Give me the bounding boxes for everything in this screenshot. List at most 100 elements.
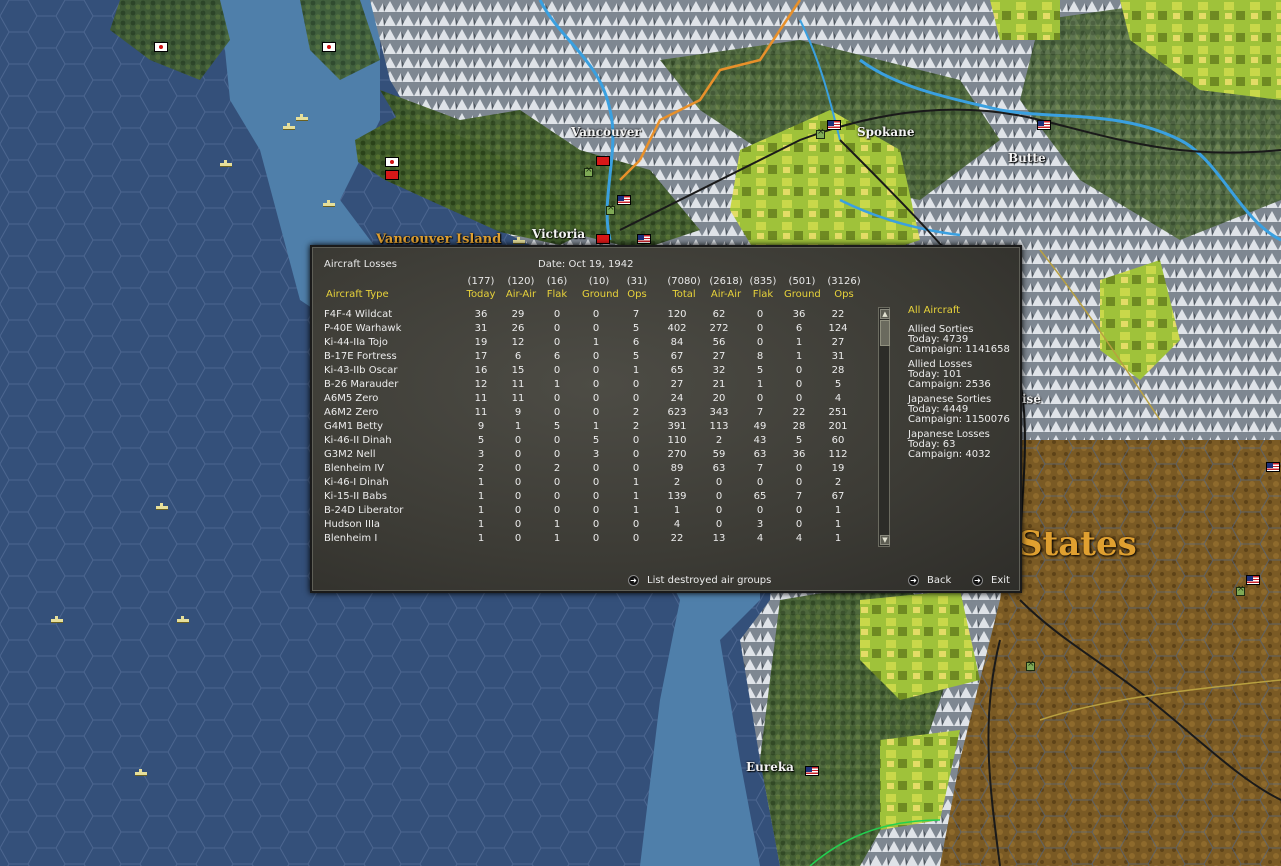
enemy-unit-icon[interactable] <box>596 234 610 244</box>
loss-value-cell: 0 <box>756 308 764 320</box>
loss-value-cell: 270 <box>667 448 687 460</box>
loss-value-cell: 0 <box>756 476 764 488</box>
ship-icon[interactable] <box>283 123 295 130</box>
us-unit-icon[interactable] <box>1037 120 1051 130</box>
loss-value-cell: 0 <box>632 392 640 404</box>
loss-value-cell: 9 <box>514 406 522 418</box>
airbase-icon[interactable] <box>1236 584 1245 596</box>
loss-value-cell: 1 <box>632 490 640 502</box>
loss-value-cell: 29 <box>511 308 525 320</box>
table-row[interactable]: Ki-44-IIa Tojo 19 12 0 1 6 84 56 0 1 27 <box>324 335 858 349</box>
loss-value-cell: 15 <box>511 364 525 376</box>
ship-icon[interactable] <box>135 769 147 776</box>
scroll-thumb[interactable] <box>880 320 890 346</box>
loss-value-cell: 0 <box>592 476 600 488</box>
col-header-ops[interactable]: Ops <box>622 289 652 300</box>
loss-value-cell: 0 <box>553 406 561 418</box>
loss-value-cell: 120 <box>667 308 687 320</box>
scroll-up-icon[interactable]: ▲ <box>880 309 890 319</box>
japanese-unit-icon[interactable] <box>385 157 399 167</box>
aircraft-filter[interactable]: All Aircraft <box>908 305 960 316</box>
col-header-campaign-air-air[interactable]: Air-Air <box>706 289 746 300</box>
col-header-campaign-ops[interactable]: Ops <box>824 289 864 300</box>
airbase-icon[interactable] <box>816 127 825 139</box>
table-row[interactable]: A6M5 Zero 11 11 0 0 0 24 20 0 0 4 <box>324 391 858 405</box>
us-unit-icon[interactable] <box>1246 575 1260 585</box>
ship-icon[interactable] <box>220 160 232 167</box>
table-row[interactable]: Ki-46-II Dinah 5 0 0 5 0 110 2 43 5 60 <box>324 433 858 447</box>
loss-value-cell: 139 <box>667 490 687 502</box>
table-row[interactable]: Hudson IIIa 1 0 1 0 0 4 0 3 0 1 <box>324 517 858 531</box>
table-row[interactable]: A6M2 Zero 11 9 0 0 2 623 343 7 22 251 <box>324 405 858 419</box>
loss-value-cell: 1 <box>834 504 842 516</box>
airbase-icon[interactable] <box>584 165 593 177</box>
loss-value-cell: 3 <box>592 448 600 460</box>
loss-value-cell: 0 <box>756 504 764 516</box>
table-row[interactable]: F4F-4 Wildcat 36 29 0 0 7 120 62 0 36 22 <box>324 307 858 321</box>
us-unit-icon[interactable] <box>805 766 819 776</box>
back-button[interactable]: ➜ Back <box>908 575 951 586</box>
table-row[interactable]: Blenheim I 1 0 1 0 0 22 13 4 4 1 <box>324 531 858 545</box>
loss-value-cell: 0 <box>632 434 640 446</box>
exit-button[interactable]: ➜ Exit <box>972 575 1010 586</box>
table-row[interactable]: B-24D Liberator 1 0 0 0 1 1 0 0 0 1 <box>324 503 858 517</box>
table-row[interactable]: Ki-15-II Babs 1 0 0 0 1 139 0 65 7 67 <box>324 489 858 503</box>
loss-value-cell: 0 <box>795 378 803 390</box>
table-row[interactable]: G3M2 Nell 3 0 0 3 0 270 59 63 36 112 <box>324 447 858 461</box>
table-row[interactable]: P-40E Warhawk 31 26 0 0 5 402 272 0 6 124 <box>324 321 858 335</box>
col-header-ground[interactable]: Ground <box>582 289 619 300</box>
loss-value-cell: 0 <box>715 504 723 516</box>
col-header-air-air[interactable]: Air-Air <box>504 289 538 300</box>
us-unit-icon[interactable] <box>617 195 631 205</box>
loss-value-cell: 5 <box>834 378 842 390</box>
loss-value-cell: 1 <box>795 336 803 348</box>
table-row[interactable]: Blenheim IV 2 0 2 0 0 89 63 7 0 19 <box>324 461 858 475</box>
loss-value-cell: 0 <box>553 392 561 404</box>
col-header-campaign-ground[interactable]: Ground <box>784 289 821 300</box>
japanese-unit-icon[interactable] <box>322 42 336 52</box>
allied-losses-campaign: Campaign: 2536 <box>908 379 991 390</box>
japanese-unit-icon[interactable] <box>154 42 168 52</box>
list-destroyed-air-groups-button[interactable]: ➜ List destroyed air groups <box>628 575 771 586</box>
japanese-sorties-campaign: Campaign: 1150076 <box>908 414 1010 425</box>
ship-icon[interactable] <box>177 616 189 623</box>
table-row[interactable]: Ki-43-IIb Oscar 16 15 0 0 1 65 32 5 0 28 <box>324 363 858 377</box>
loss-value-cell: 402 <box>667 322 687 334</box>
enemy-unit-icon[interactable] <box>596 156 610 166</box>
table-row[interactable]: B-17E Fortress 17 6 6 0 5 67 27 8 1 31 <box>324 349 858 363</box>
table-row[interactable]: Ki-46-I Dinah 1 0 0 0 1 2 0 0 0 2 <box>324 475 858 489</box>
ship-icon[interactable] <box>323 200 335 207</box>
loss-value-cell: 62 <box>712 308 726 320</box>
loss-value-cell: 124 <box>828 322 848 334</box>
ship-icon[interactable] <box>513 237 525 244</box>
enemy-unit-icon[interactable] <box>385 170 399 180</box>
table-scrollbar[interactable]: ▲ ▼ <box>878 307 890 547</box>
loss-value-cell: 31 <box>474 322 488 334</box>
loss-value-cell: 0 <box>795 364 803 376</box>
total-ops: (31) <box>626 276 648 287</box>
table-row[interactable]: G4M1 Betty 9 1 5 1 2 391 113 49 28 201 <box>324 419 858 433</box>
us-unit-icon[interactable] <box>827 120 841 130</box>
ship-icon[interactable] <box>51 616 63 623</box>
ship-icon[interactable] <box>296 114 308 121</box>
loss-value-cell: 251 <box>828 406 848 418</box>
loss-value-cell: 0 <box>592 308 600 320</box>
col-header-total[interactable]: Total <box>664 289 704 300</box>
loss-value-cell: 27 <box>831 336 845 348</box>
us-unit-icon[interactable] <box>1266 462 1280 472</box>
loss-value-cell: 0 <box>715 490 723 502</box>
col-header-aircraft-type[interactable]: Aircraft Type <box>326 289 389 300</box>
col-header-flak[interactable]: Flak <box>542 289 572 300</box>
airbase-icon[interactable] <box>606 203 615 215</box>
table-row[interactable]: B-26 Marauder 12 11 1 0 0 27 21 1 0 5 <box>324 377 858 391</box>
loss-value-cell: 67 <box>831 490 845 502</box>
scroll-down-icon[interactable]: ▼ <box>880 535 890 545</box>
loss-value-cell: 63 <box>753 448 767 460</box>
col-header-today[interactable]: Today <box>464 289 498 300</box>
ship-icon[interactable] <box>156 503 168 510</box>
loss-value-cell: 0 <box>795 462 803 474</box>
city-label-butte: Butte <box>1008 151 1046 165</box>
col-header-campaign-flak[interactable]: Flak <box>746 289 780 300</box>
airbase-icon[interactable] <box>1026 659 1035 671</box>
us-unit-icon[interactable] <box>637 234 651 244</box>
